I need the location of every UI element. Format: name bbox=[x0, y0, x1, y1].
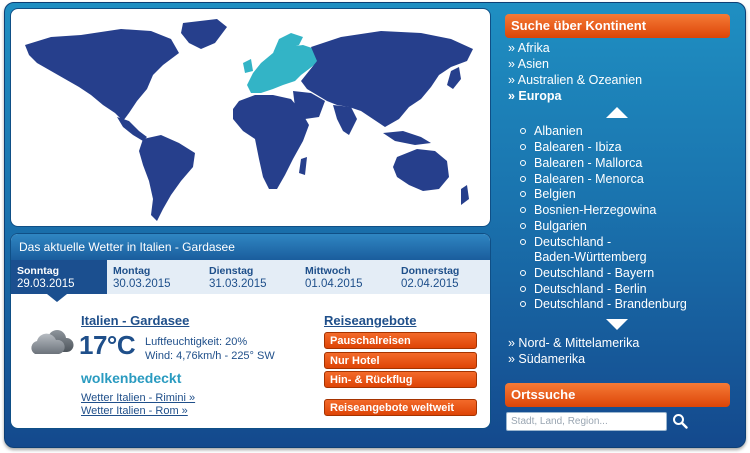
map-region-indonesia[interactable] bbox=[383, 131, 431, 145]
ortssuche-header: Ortssuche bbox=[505, 383, 730, 407]
pauschalreisen-button[interactable]: Pauschalreisen bbox=[324, 332, 477, 349]
bullet-icon bbox=[520, 190, 526, 197]
continent-link-afrika[interactable]: » Afrika bbox=[508, 41, 550, 55]
reiseangebote-weltweit-button[interactable]: Reiseangebote weltweit bbox=[324, 399, 477, 416]
bullet-icon bbox=[520, 206, 526, 213]
continent-link-europa[interactable]: » Europa bbox=[508, 89, 562, 103]
country-item[interactable]: Balearen - Mallorca bbox=[520, 156, 642, 171]
temperature-value: 17°C bbox=[79, 330, 136, 360]
day-tab-name: Sonntag bbox=[17, 265, 59, 277]
search-icon[interactable] bbox=[672, 413, 688, 429]
weather-link-rimini[interactable]: Wetter Italien - Rimini » bbox=[81, 392, 195, 404]
country-label: Bosnien-Herzegowina bbox=[534, 203, 657, 217]
country-item[interactable]: Deutschland - Brandenburg bbox=[520, 297, 687, 312]
nur-hotel-button[interactable]: Nur Hotel bbox=[324, 352, 477, 369]
country-label: Balearen - Mallorca bbox=[534, 156, 643, 170]
bullet-icon bbox=[520, 269, 526, 276]
map-region-new-zealand[interactable] bbox=[461, 185, 469, 205]
day-tab-date: 02.04.2015 bbox=[401, 278, 459, 290]
map-region-japan[interactable] bbox=[447, 67, 461, 89]
world-map-panel[interactable] bbox=[10, 8, 491, 227]
bullet-icon bbox=[520, 143, 526, 150]
country-item[interactable]: Deutschland - Bayern bbox=[520, 266, 654, 281]
day-tab-name: Montag bbox=[113, 265, 151, 277]
map-region-africa[interactable] bbox=[233, 95, 309, 189]
forecast-day-tabs: Sonntag 29.03.2015 Montag 30.03.2015 Die… bbox=[11, 260, 490, 302]
country-item[interactable]: Balearen - Ibiza bbox=[520, 140, 622, 155]
continent-link-nord-mittelamerika[interactable]: » Nord- & Mittelamerika bbox=[508, 336, 639, 350]
hin-rueckflug-button[interactable]: Hin- & Rückflug bbox=[324, 371, 477, 388]
map-region-central-america[interactable] bbox=[117, 117, 147, 141]
map-region-asia[interactable] bbox=[301, 31, 473, 127]
country-item[interactable]: Bulgarien bbox=[520, 219, 587, 234]
bullet-icon bbox=[520, 285, 526, 292]
location-link[interactable]: Italien - Gardasee bbox=[81, 313, 189, 328]
country-item[interactable]: Bosnien-Herzegowina bbox=[520, 203, 656, 218]
day-tab-thursday[interactable]: Donnerstag 02.04.2015 bbox=[395, 260, 490, 294]
country-item[interactable]: Belgien bbox=[520, 187, 576, 202]
world-map[interactable] bbox=[11, 9, 491, 227]
day-tab-name: Dienstag bbox=[209, 265, 254, 277]
map-region-north-america[interactable] bbox=[25, 29, 179, 121]
continent-search-header: Suche über Kontinent bbox=[505, 14, 730, 38]
day-tab-date: 29.03.2015 bbox=[17, 278, 75, 290]
continent-link-australien[interactable]: » Australien & Ozeanien bbox=[508, 73, 642, 87]
weather-link-rom[interactable]: Wetter Italien - Rom » bbox=[81, 405, 188, 417]
bullet-icon bbox=[520, 238, 526, 245]
cloud-icon bbox=[31, 330, 74, 354]
country-label: Albanien bbox=[534, 124, 583, 138]
map-region-madagascar[interactable] bbox=[299, 157, 307, 175]
country-item[interactable]: Deutschland - Berlin bbox=[520, 282, 647, 297]
day-tab-date: 31.03.2015 bbox=[209, 278, 267, 290]
weather-details: Italien - Gardasee 17°C Luftfeuchtigkeit… bbox=[11, 294, 490, 428]
country-label: Deutschland - Berlin bbox=[534, 282, 647, 296]
bullet-icon bbox=[520, 222, 526, 229]
scroll-up-arrow-icon[interactable] bbox=[606, 107, 628, 118]
country-label: Deutschland - Baden-Württemberg bbox=[534, 235, 647, 264]
day-tab-date: 30.03.2015 bbox=[113, 278, 171, 290]
country-item[interactable]: Albanien bbox=[520, 124, 583, 139]
day-tab-monday[interactable]: Montag 30.03.2015 bbox=[107, 260, 203, 294]
country-label: Balearen - Ibiza bbox=[534, 140, 622, 154]
map-region-south-america[interactable] bbox=[139, 135, 195, 221]
continent-link-suedamerika[interactable]: » Südamerika bbox=[508, 352, 585, 366]
map-region-australia[interactable] bbox=[393, 149, 449, 191]
weather-panel-title: Das aktuelle Wetter in Italien - Gardase… bbox=[11, 234, 490, 260]
country-label: Deutschland - Bayern bbox=[534, 266, 655, 280]
location-search-input[interactable] bbox=[506, 412, 667, 431]
weather-condition: wolkenbedeckt bbox=[81, 370, 182, 386]
map-region-greenland[interactable] bbox=[181, 19, 227, 49]
bullet-icon bbox=[520, 127, 526, 134]
country-label: Deutschland - Brandenburg bbox=[534, 297, 687, 311]
map-region-british-isles[interactable] bbox=[243, 59, 253, 73]
day-tab-name: Mittwoch bbox=[305, 265, 351, 277]
day-tab-date: 01.04.2015 bbox=[305, 278, 363, 290]
map-region-india[interactable] bbox=[333, 105, 357, 135]
humidity-text: Luftfeuchtigkeit: 20% bbox=[145, 336, 248, 348]
wind-text: Wind: 4,76km/h - 225° SW bbox=[145, 350, 275, 362]
day-tab-name: Donnerstag bbox=[401, 265, 460, 277]
bullet-icon bbox=[520, 300, 526, 307]
country-item[interactable]: Balearen - Menorca bbox=[520, 172, 644, 187]
bullet-icon bbox=[520, 159, 526, 166]
scroll-down-arrow-icon[interactable] bbox=[606, 319, 628, 330]
country-label: Belgien bbox=[534, 187, 576, 201]
weather-panel: Das aktuelle Wetter in Italien - Gardase… bbox=[10, 233, 491, 429]
day-tab-tuesday[interactable]: Dienstag 31.03.2015 bbox=[203, 260, 299, 294]
country-label: Bulgarien bbox=[534, 219, 587, 233]
day-tab-sunday[interactable]: Sonntag 29.03.2015 bbox=[11, 260, 107, 302]
country-item[interactable]: Deutschland - Baden-Württemberg bbox=[520, 235, 654, 265]
offers-title[interactable]: Reiseangebote bbox=[324, 313, 416, 328]
continent-link-asien[interactable]: » Asien bbox=[508, 57, 549, 71]
country-label: Balearen - Menorca bbox=[534, 172, 644, 186]
day-tab-wednesday[interactable]: Mittwoch 01.04.2015 bbox=[299, 260, 395, 294]
bullet-icon bbox=[520, 175, 526, 182]
